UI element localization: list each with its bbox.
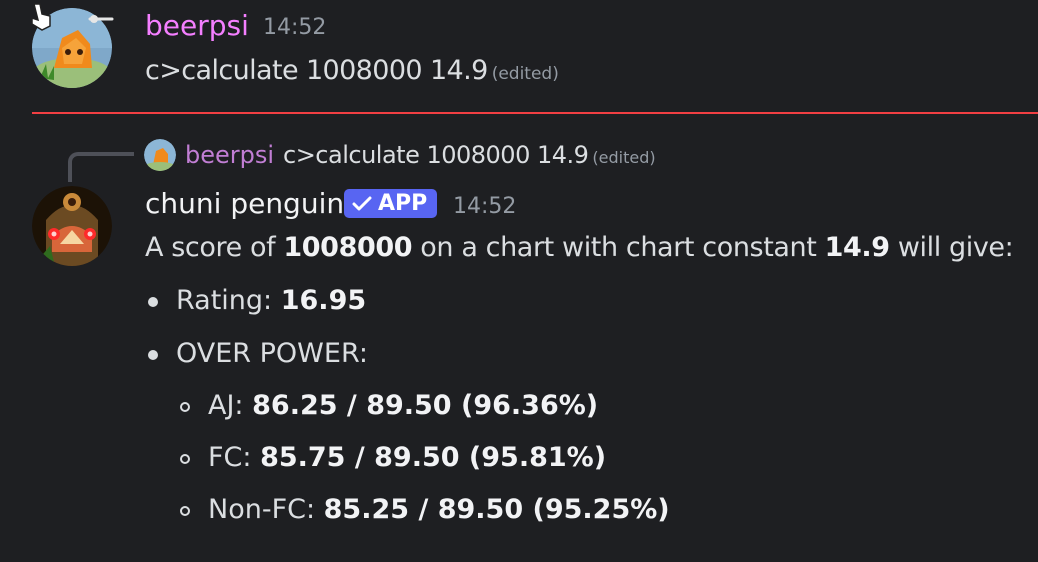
bullet-dot: [148, 297, 158, 307]
fc-value: 85.75 / 89.50 (95.81%): [260, 442, 607, 473]
avatar-chuni-penguin[interactable]: [32, 186, 112, 266]
reply-spine: [68, 152, 134, 182]
bullet-circle: [180, 454, 190, 464]
message-content: c>calculate 1008000 14.9 (edited): [145, 53, 559, 92]
reply-username[interactable]: beerpsi: [185, 139, 274, 171]
intro-prefix: A score of: [145, 232, 284, 263]
pointing-hand-icon: [28, 2, 54, 32]
edited-label: (edited): [491, 64, 559, 84]
verified-check-icon: [352, 196, 372, 212]
wand-icon: [88, 10, 114, 23]
rating-item: Rating: 16.95: [176, 283, 366, 319]
bullet-dot: [148, 350, 158, 360]
reply-avatar[interactable]: [144, 139, 176, 171]
intro-constant: 14.9: [824, 232, 890, 263]
message-timestamp: 14:52: [263, 15, 327, 40]
username-chuni-penguin[interactable]: chuni penguin: [145, 186, 344, 222]
reply-content[interactable]: c>calculate 1008000 14.9 (edited): [283, 139, 656, 174]
intro-score: 1008000: [283, 232, 413, 263]
message-text: c>calculate 1008000 14.9: [145, 55, 488, 86]
aj-label: AJ:: [208, 390, 253, 421]
over-power-item: OVER POWER:: [176, 338, 368, 369]
reply-edited-label: (edited): [592, 148, 656, 167]
non-fc-value: 85.25 / 89.50 (95.25%): [323, 494, 670, 525]
rating-value: 16.95: [280, 285, 367, 316]
over-power-aj: AJ: 86.25 / 89.50 (96.36%): [208, 388, 598, 424]
message-timestamp: 14:52: [453, 194, 517, 219]
new-messages-divider: [32, 112, 1038, 114]
over-power-fc: FC: 85.75 / 89.50 (95.81%): [208, 440, 606, 476]
bullet-circle: [180, 402, 190, 412]
fc-label: FC:: [208, 442, 261, 473]
non-fc-label: Non-FC:: [208, 494, 324, 525]
app-badge-label: APP: [378, 191, 428, 216]
rating-label: Rating:: [176, 285, 281, 316]
over-power-non-fc: Non-FC: 85.25 / 89.50 (95.25%): [208, 492, 670, 528]
reply-text: c>calculate 1008000 14.9: [283, 141, 589, 169]
app-badge: APP: [344, 189, 438, 218]
intro-middle: on a chart with chart constant: [412, 232, 825, 263]
intro-suffix: will give:: [889, 232, 1014, 263]
username-beerpsi[interactable]: beerpsi: [145, 8, 249, 44]
message-intro: A score of 1008000 on a chart with chart…: [145, 230, 1014, 266]
aj-value: 86.25 / 89.50 (96.36%): [252, 390, 599, 421]
bullet-circle: [180, 506, 190, 516]
